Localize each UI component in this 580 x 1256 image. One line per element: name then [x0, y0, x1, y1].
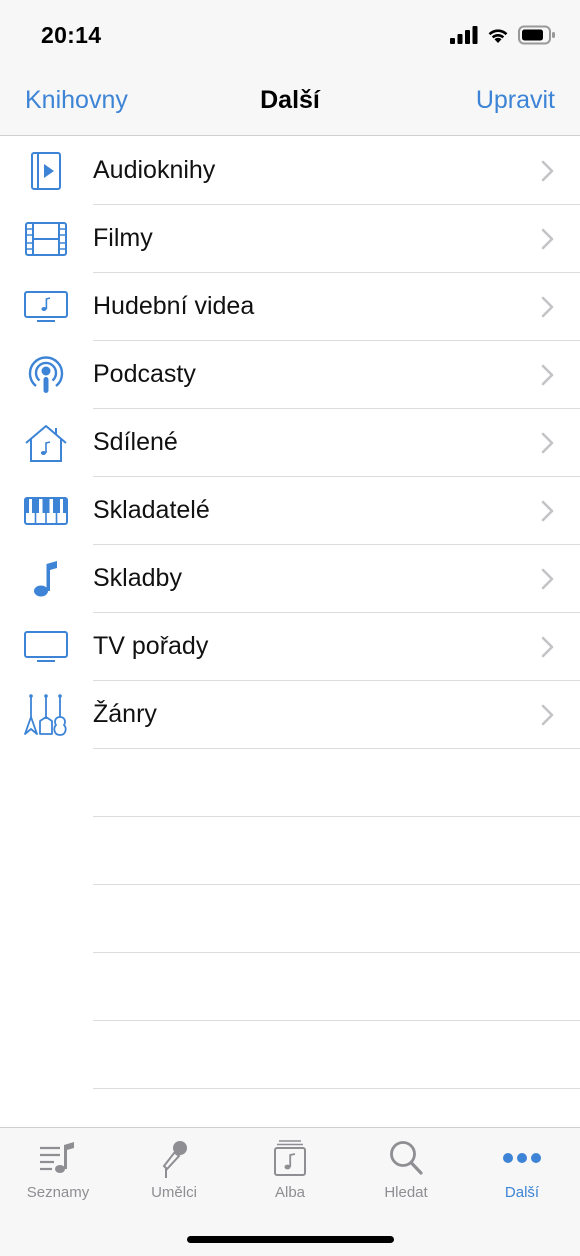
list-item-label: Filmy [93, 224, 153, 252]
list-item-label: Sdílené [93, 428, 178, 456]
tab-label: Alba [274, 1184, 306, 1201]
battery-icon [518, 25, 555, 45]
podcast-icon [22, 353, 70, 397]
chevron-right-icon [541, 500, 554, 522]
list-item-podcasts[interactable]: Podcasty [0, 341, 580, 409]
list-item-tv-shows[interactable]: TV pořady [0, 613, 580, 681]
list-item-label: TV pořady [93, 632, 209, 660]
tab-label: Další [504, 1184, 540, 1201]
film-icon [22, 217, 70, 261]
list-item-films[interactable]: Filmy [0, 205, 580, 273]
empty-row [0, 817, 580, 885]
tab-label: Umělci [151, 1184, 197, 1201]
list-item-label: Podcasty [93, 360, 196, 388]
edit-button[interactable]: Upravit [476, 86, 555, 115]
wifi-icon [488, 29, 508, 43]
empty-row [0, 749, 580, 817]
list-item-music-videos[interactable]: Hudební videa [0, 273, 580, 341]
more-icon [502, 1138, 542, 1178]
music-video-icon [22, 285, 70, 329]
album-icon [270, 1138, 310, 1178]
list-item-label: Žánry [93, 700, 157, 728]
home-sharing-icon [22, 421, 70, 465]
empty-row [0, 953, 580, 1021]
chevron-right-icon [541, 636, 554, 658]
list-item-shared[interactable]: Sdílené [0, 409, 580, 477]
tab-label: Seznamy [26, 1184, 90, 1201]
cellular-signal-icon [450, 26, 478, 44]
tab-more[interactable]: Další [464, 1128, 580, 1208]
list-item-label: Skladatelé [93, 496, 210, 524]
list-item-label: Skladby [93, 564, 182, 592]
chevron-right-icon [541, 432, 554, 454]
empty-row [0, 1021, 580, 1089]
audiobook-icon [22, 149, 70, 193]
tab-search[interactable]: Hledat [348, 1128, 464, 1208]
list-item-label: Audioknihy [93, 156, 216, 184]
chevron-right-icon [541, 364, 554, 386]
home-indicator[interactable] [187, 1236, 394, 1243]
tab-playlists[interactable]: Seznamy [0, 1128, 116, 1208]
list-item-songs[interactable]: Skladby [0, 545, 580, 613]
guitars-icon [22, 693, 70, 737]
chevron-right-icon [541, 704, 554, 726]
status-bar: 20:14 [0, 0, 580, 70]
list-item-genres[interactable]: Žánry [0, 681, 580, 749]
playlist-icon [38, 1138, 78, 1178]
tab-artists[interactable]: Umělci [116, 1128, 232, 1208]
row-divider [93, 1088, 580, 1089]
more-list: Audioknihy Filmy Hudební videa Podcasty … [0, 137, 580, 1089]
status-time: 20:14 [41, 22, 102, 48]
list-item-composers[interactable]: Skladatelé [0, 477, 580, 545]
navigation-bar: Knihovny Další Upravit [0, 70, 580, 136]
music-more-screen: 20:14 Knihovny Další Upravit Audioknihy … [0, 0, 580, 1256]
piano-keys-icon [22, 489, 70, 533]
microphone-icon [154, 1138, 194, 1178]
search-icon [386, 1138, 426, 1178]
chevron-right-icon [541, 568, 554, 590]
list-item-audiobooks[interactable]: Audioknihy [0, 137, 580, 205]
chevron-right-icon [541, 296, 554, 318]
tab-albums[interactable]: Alba [232, 1128, 348, 1208]
tv-icon [22, 625, 70, 669]
list-item-label: Hudební videa [93, 292, 255, 320]
music-note-icon [22, 557, 70, 601]
status-icons [450, 24, 556, 46]
tab-label: Hledat [384, 1184, 428, 1201]
empty-row [0, 885, 580, 953]
chevron-right-icon [541, 160, 554, 182]
chevron-right-icon [541, 228, 554, 250]
